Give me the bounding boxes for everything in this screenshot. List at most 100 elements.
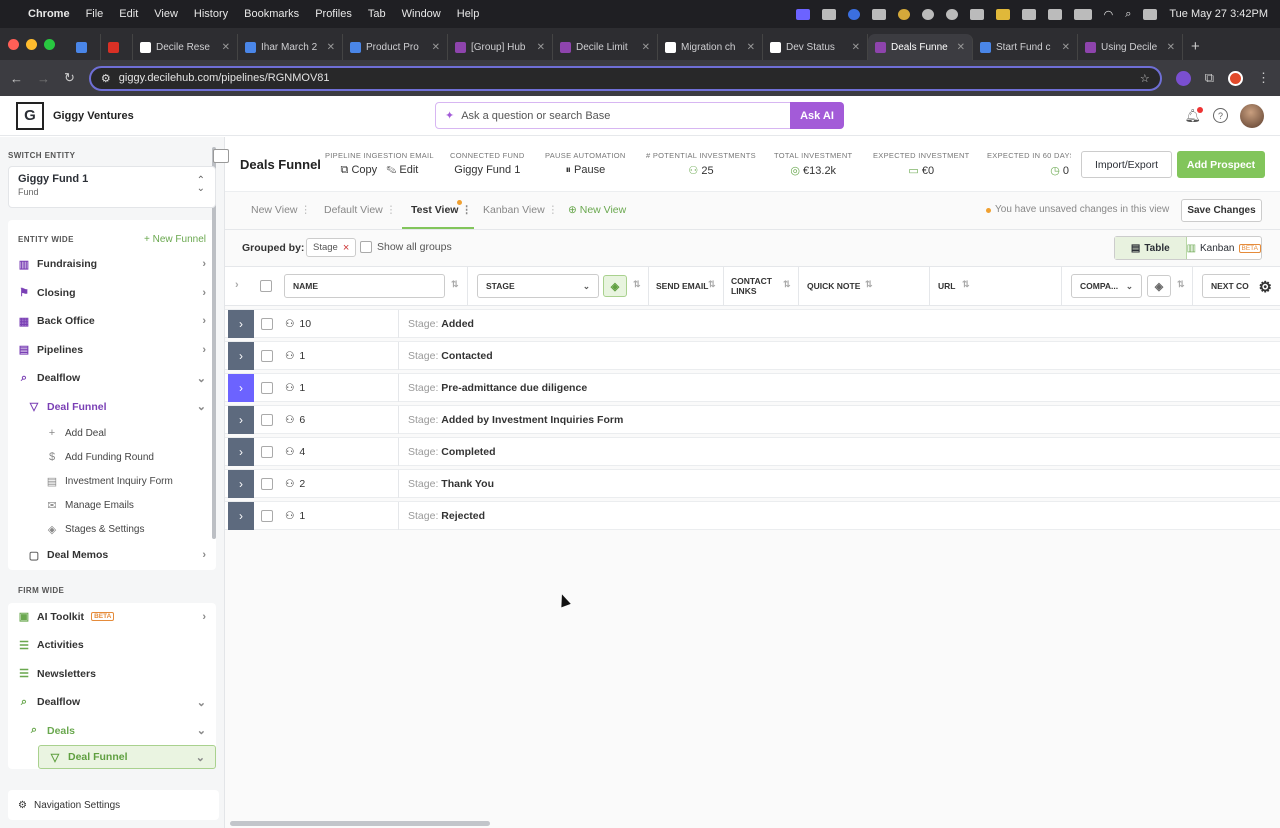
avatar[interactable] — [1240, 103, 1264, 128]
group-chip-stage[interactable]: Stage × — [306, 238, 357, 257]
company-layers-button[interactable]: ◈ — [1147, 275, 1171, 297]
stage-layers-button[interactable]: ◈ — [603, 275, 627, 297]
close-icon[interactable]: × — [343, 242, 349, 254]
sidebar-item-dealflow-firm[interactable]: ⌕ Dealflow ⌄ — [8, 688, 216, 717]
warning-icon[interactable] — [995, 8, 1010, 20]
group-checkbox[interactable] — [261, 478, 273, 490]
expand-group-button[interactable]: › — [228, 406, 254, 434]
browser-tab[interactable]: Decile Limit ✕ — [553, 34, 658, 60]
sidebar-item-ai-toolkit[interactable]: ▣ AI Toolkit BETA › — [8, 603, 216, 632]
group-checkbox[interactable] — [261, 510, 273, 522]
wifi-icon[interactable]: ◠ — [1104, 8, 1114, 21]
control-center-icon[interactable] — [1143, 8, 1158, 20]
close-tab-icon[interactable]: ✕ — [1062, 42, 1070, 53]
sort-icon[interactable]: ⇅ — [451, 279, 459, 290]
sort-icon[interactable]: ⇅ — [962, 279, 970, 290]
save-changes-button[interactable]: Save Changes — [1181, 199, 1262, 222]
add-prospect-button[interactable]: Add Prospect — [1177, 151, 1265, 178]
sidebar-item-fundraising[interactable]: ▥ Fundraising › — [8, 250, 216, 279]
browser-tab[interactable]: Ihar March 2 ✕ — [238, 34, 343, 60]
tab-kanban-view[interactable]: Kanban View ⋮ — [483, 204, 558, 216]
expand-group-button[interactable]: › — [228, 374, 254, 402]
tool-icon[interactable] — [871, 8, 886, 20]
menu-profiles[interactable]: Profiles — [315, 8, 352, 20]
bolt-icon[interactable] — [1047, 8, 1062, 20]
sort-icon[interactable]: ⇅ — [865, 279, 873, 290]
menu-file[interactable]: File — [86, 8, 104, 20]
column-stage-select[interactable]: STAGE ⌄ — [477, 274, 599, 298]
table-row[interactable]: › ⚇ 10 Stage: Added — [225, 309, 1280, 338]
sort-icon[interactable]: ⇅ — [1177, 279, 1185, 290]
perplexity-icon[interactable] — [945, 8, 958, 20]
sort-icon[interactable]: ⇅ — [708, 279, 716, 290]
sidebar-item-deal-funnel[interactable]: ▽ Deal Funnel ⌄ — [8, 393, 216, 422]
show-all-groups-toggle[interactable]: Show all groups — [360, 241, 452, 253]
column-quick-note[interactable]: QUICK NOTE — [799, 274, 868, 298]
table-row[interactable]: › ⚇ 6 Stage: Added by Investment Inquiries … — [225, 405, 1280, 434]
group-checkbox[interactable] — [261, 446, 273, 458]
import-export-button[interactable]: Import/Export — [1081, 151, 1172, 178]
browser-menu-icon[interactable]: ⋮ — [1257, 70, 1270, 86]
site-info-icon[interactable]: ⚙ — [101, 72, 111, 85]
sidebar-item-dealflow[interactable]: ⌕ Dealflow ⌄ — [8, 364, 216, 393]
pause-button[interactable]: Pause — [574, 164, 605, 176]
group-checkbox[interactable] — [261, 350, 273, 362]
browser-tab[interactable]: Decile Rese ✕ — [133, 34, 238, 60]
tab-test-view[interactable]: Test View ⋮ — [411, 204, 472, 216]
sidebar-item-pipelines[interactable]: ▤ Pipelines › — [8, 336, 216, 365]
navigation-settings-button[interactable]: ⚙ Navigation Settings — [8, 790, 219, 820]
battery-icon[interactable] — [1073, 8, 1092, 20]
horizontal-scrollbar[interactable] — [230, 821, 490, 826]
bookmark-star-icon[interactable]: ☆ — [1140, 72, 1150, 85]
sidebar-item-newsletters[interactable]: ☰ Newsletters — [8, 660, 216, 689]
entity-switcher[interactable]: Giggy Fund 1 Fund ⌃ ⌄ — [8, 166, 216, 208]
sparkle-icon[interactable] — [897, 8, 910, 20]
hand-icon[interactable] — [1021, 8, 1036, 20]
sidebar-item-closing[interactable]: ⚑ Closing › — [8, 279, 216, 308]
select-all-checkbox[interactable] — [260, 280, 272, 292]
close-tab-icon[interactable]: ✕ — [957, 42, 965, 53]
table-row[interactable]: › ⚇ 1 Stage: Pre-admittance due diligence — [225, 373, 1280, 402]
browser-tab[interactable]: Using Decile ✕ — [1078, 34, 1183, 60]
tab-default-view[interactable]: Default View ⋮ — [324, 204, 396, 216]
sidebar-item-investment-inquiry-form[interactable]: ▤ Investment Inquiry Form — [8, 469, 216, 493]
forward-icon[interactable]: → — [37, 71, 50, 86]
table-row[interactable]: › ⚇ 2 Stage: Thank You — [225, 469, 1280, 498]
more-icon[interactable]: ⋮ — [386, 204, 397, 216]
new-view-button[interactable]: ⊕ New View — [568, 204, 626, 216]
sidebar-item-manage-emails[interactable]: ✉ Manage Emails — [8, 493, 216, 517]
zoom-icon[interactable] — [847, 8, 860, 20]
column-next-contact[interactable]: NEXT CO — [1202, 274, 1250, 298]
sidebar-item-add-funding-round[interactable]: $ Add Funding Round — [8, 445, 216, 469]
expand-group-button[interactable]: › — [228, 342, 254, 370]
bell-icon[interactable]: 🔔︎ — [1184, 106, 1203, 124]
tab-new-view-1[interactable]: New View ⋮ — [251, 204, 311, 216]
browser-tab[interactable] — [101, 34, 133, 60]
minimize-window-button[interactable] — [26, 38, 37, 50]
menu-history[interactable]: History — [194, 8, 228, 20]
column-company-select[interactable]: COMPA... ⌄ — [1071, 274, 1142, 298]
group-checkbox[interactable] — [261, 318, 273, 330]
menu-bookmarks[interactable]: Bookmarks — [244, 8, 299, 20]
expand-group-button[interactable]: › — [228, 470, 254, 498]
kanban-mode-button[interactable]: ▥ Kanban BETA — [1187, 237, 1261, 259]
more-icon[interactable]: ⋮ — [300, 204, 311, 216]
sidebar-item-activities[interactable]: ☰ Activities — [8, 631, 216, 660]
sidebar-item-stages-settings[interactable]: ◈ Stages & Settings — [8, 517, 216, 541]
connected-fund-value[interactable]: Giggy Fund 1 — [450, 164, 525, 176]
table-row[interactable]: › ⚇ 4 Stage: Completed — [225, 437, 1280, 466]
menu-edit[interactable]: Edit — [119, 8, 138, 20]
screen-record-icon[interactable] — [795, 8, 810, 20]
extension-icon[interactable] — [1175, 70, 1191, 86]
column-url[interactable]: URL — [930, 274, 963, 298]
profile-icon[interactable] — [1228, 70, 1243, 86]
close-tab-icon[interactable]: ✕ — [327, 42, 335, 53]
address-bar[interactable]: ⚙ giggy.decilehub.com/pipelines/RGNMOV81… — [88, 65, 1162, 91]
close-tab-icon[interactable]: ✕ — [537, 42, 545, 53]
pin-icon[interactable] — [969, 8, 984, 20]
spotlight-icon[interactable]: ⌕ — [1125, 8, 1131, 21]
reload-icon[interactable]: ↻ — [64, 70, 75, 86]
group-checkbox[interactable] — [261, 414, 273, 426]
close-tab-icon[interactable]: ✕ — [747, 42, 755, 53]
sort-icon[interactable]: ⇅ — [633, 279, 641, 290]
